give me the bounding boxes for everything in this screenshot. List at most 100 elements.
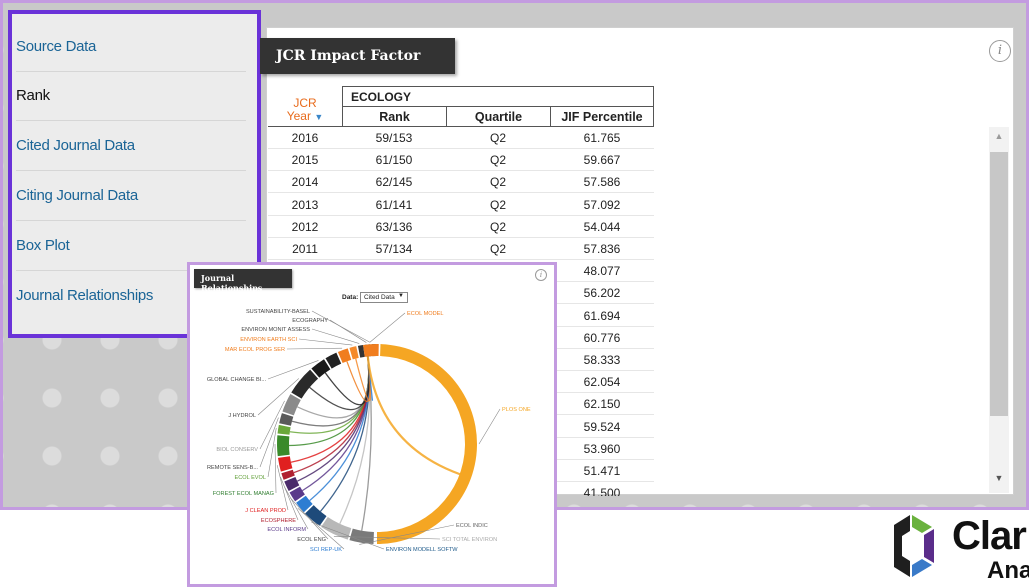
quartile-cell: Q2 (489, 242, 506, 256)
panel-title: JCR Impact Factor (260, 38, 455, 74)
percentile-cell: 59.667 (583, 153, 621, 168)
scroll-up-icon[interactable]: ▲ (989, 131, 1009, 145)
chord-diagram: SUSTAINABILITY-BASEL ECOGRAPHY ENVIRON MON… (207, 309, 531, 553)
rank-cell: 57/134 (375, 242, 413, 256)
journal-label[interactable]: J HYDROL (228, 413, 256, 419)
percentile-cell: 60.776 (583, 330, 621, 345)
label-leader-line (286, 347, 343, 350)
segment-j-clean-prod[interactable] (277, 456, 293, 472)
sidebar-item-citing-journal-data[interactable]: Citing Journal Data (16, 171, 246, 221)
sort-desc-icon[interactable]: ▼ (314, 112, 323, 122)
label-leader-line (329, 319, 367, 343)
journal-label[interactable]: REMOTE SENS-B... (207, 465, 258, 471)
column-header-rank: Rank (342, 106, 446, 127)
journal-label[interactable]: ECOGRAPHY (292, 318, 328, 324)
rank-cell: 61/150 (375, 153, 413, 168)
quartile-cell: Q2 (489, 197, 506, 212)
segment-ecol-indic[interactable] (349, 528, 374, 544)
segment-environ-earth-sci[interactable] (349, 346, 359, 360)
table-row: 2012 63/136 Q2 54.044 (268, 216, 654, 238)
journal-label[interactable]: SCI REP-UK (310, 547, 342, 553)
journal-label[interactable]: ENVIRON EARTH SCI (240, 337, 297, 343)
table-scrollbar[interactable]: ▲ ▼ (989, 127, 1009, 493)
logo-subtext: Analy (987, 557, 1029, 584)
year-label: Year (286, 109, 311, 123)
label-leader-line (259, 417, 279, 468)
percentile-cell: 57.836 (583, 242, 621, 256)
segment-biol-conserv[interactable] (282, 394, 301, 416)
year-cell: 2012 (291, 219, 319, 234)
journal-label[interactable]: J CLEAN PROD (245, 508, 286, 514)
table-row: 2013 61/141 Q2 57.092 (268, 194, 654, 216)
scroll-down-icon[interactable]: ▼ (989, 473, 1009, 487)
percentile-cell: 62.150 (583, 397, 621, 412)
percentile-cell: 51.471 (583, 464, 621, 478)
column-header-quartile: Quartile (446, 106, 550, 127)
table-row: 2015 61/150 Q2 59.667 (268, 149, 654, 172)
journal-label[interactable]: ECOSPHERE (261, 518, 296, 524)
percentile-cell: 53.960 (583, 441, 621, 456)
logo-wordmark: Clar (952, 514, 1027, 558)
table-row: 2016 59/153 Q2 61.765 (268, 127, 654, 149)
percentile-cell: 61.694 (583, 308, 621, 323)
label-leader-line (298, 338, 353, 346)
journal-label[interactable]: ENVIRON MODELL SOFTW (386, 547, 458, 553)
quartile-cell: Q2 (489, 131, 506, 145)
percentile-cell: 61.765 (583, 131, 621, 145)
table-row: 2011 57/134 Q2 57.836 (268, 238, 654, 260)
percentile-cell: 41.500 (583, 486, 621, 496)
info-icon[interactable]: i (989, 40, 1011, 62)
scroll-thumb[interactable] (990, 152, 1008, 416)
journal-label[interactable]: SCI TOTAL ENVIRON (442, 537, 497, 543)
segment-forest-ecol-manag[interactable] (277, 435, 290, 457)
percentile-cell: 57.092 (583, 197, 621, 212)
percentile-cell: 48.077 (583, 264, 621, 279)
rank-cell: 59/153 (375, 131, 413, 145)
journal-label[interactable]: MAR ECOL PROG SER (225, 347, 285, 353)
journal-label[interactable]: GLOBAL CHANGE BI... (207, 377, 267, 383)
journal-label[interactable]: ECOL EVOL (234, 475, 266, 481)
table-row: 2014 62/145 Q2 57.586 (268, 171, 654, 194)
rank-cell: 63/136 (375, 219, 413, 234)
category-header: ECOLOGY (342, 86, 654, 106)
percentile-cell: 54.044 (583, 219, 621, 234)
journal-label[interactable]: SUSTAINABILITY-BASEL (246, 309, 310, 315)
percentile-cell: 57.586 (583, 175, 621, 190)
percentile-cell: 62.054 (583, 375, 621, 390)
percentile-cell: 56.202 (583, 286, 621, 301)
quartile-cell: Q2 (489, 175, 506, 190)
journal-label[interactable]: ENVIRON MONIT ASSESS (241, 327, 310, 333)
sidebar-item-cited-journal-data[interactable]: Cited Journal Data (16, 121, 246, 171)
rank-cell: 61/141 (375, 197, 413, 212)
segment-ecol-evol[interactable] (277, 424, 291, 435)
segment-remote-sens[interactable] (279, 413, 294, 426)
journal-relationships-card: Journal Relationships i Data: Cited Data… (187, 262, 557, 587)
year-cell: 2015 (291, 153, 319, 168)
segment-j-hydrol[interactable] (291, 369, 319, 399)
year-cell: 2016 (291, 131, 319, 145)
journal-label[interactable]: BIOL CONSERV (216, 447, 258, 453)
label-leader-line (274, 443, 277, 494)
column-header-jcr-year[interactable]: JCR Year ▼ (268, 84, 342, 126)
segment-plos-one[interactable] (377, 344, 478, 544)
journal-label[interactable]: ECOL MODEL (407, 311, 443, 317)
journal-label[interactable]: PLOS ONE (502, 407, 531, 413)
percentile-cell: 59.524 (583, 419, 621, 434)
journal-label[interactable]: FOREST ECOL MANAG (213, 491, 274, 497)
segment-ecol-model[interactable] (363, 344, 379, 357)
year-cell: 2013 (291, 197, 319, 212)
journal-label[interactable]: ECOL ENG (297, 537, 326, 543)
journal-label[interactable]: ECOL INFORM (267, 527, 306, 533)
sidebar-item-source-data[interactable]: Source Data (16, 22, 246, 72)
quartile-cell: Q2 (489, 153, 506, 168)
label-leader-line (369, 312, 406, 343)
rank-cell: 62/145 (375, 175, 413, 190)
journal-label[interactable]: ECOL INDIC (456, 523, 488, 529)
sidebar-item-rank[interactable]: Rank (16, 71, 246, 121)
percentile-cell: 58.333 (583, 353, 621, 367)
year-cell: 2011 (292, 242, 318, 256)
column-header-jif-percentile: JIF Percentile (550, 106, 654, 127)
quartile-cell: Q2 (489, 219, 506, 234)
year-cell: 2014 (291, 175, 319, 190)
screen: Source Data Rank Cited Journal Data Citi… (0, 0, 1029, 587)
